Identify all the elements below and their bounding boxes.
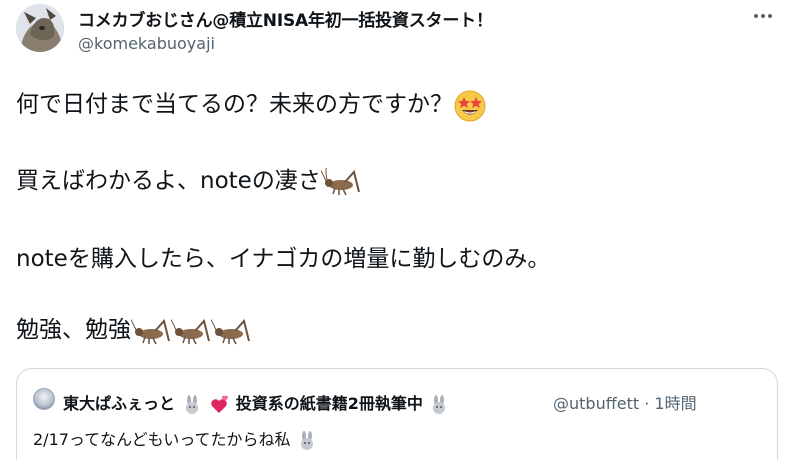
author-display-name[interactable]: コメカブおじさん@積立NISA年初一括投資スタート！: [78, 6, 493, 31]
author-handle[interactable]: @komekabuoyaji: [78, 34, 215, 53]
tweet-text-line-4: 勉強、勉強: [16, 315, 251, 345]
tweet-text-segment: 買えばわかるよ、noteの凄さ: [16, 168, 321, 194]
tweet-text-segment: 勉強、勉強: [16, 317, 131, 343]
cricket-emoji-icon: [131, 317, 171, 345]
quoted-tweet-text: 2/17ってなんどもいってたからね私: [33, 426, 318, 451]
author-avatar[interactable]: [16, 4, 64, 52]
cricket-emoji-icon: [171, 317, 211, 345]
rabbit-emoji-icon: [296, 430, 318, 451]
rabbit-emoji-icon: [181, 394, 203, 415]
tweet-text-line-2: 買えばわかるよ、noteの凄さ: [16, 166, 361, 196]
star-struck-emoji-icon: [453, 88, 487, 122]
quoted-name-part: 投資系の紙書籍2冊執筆中: [235, 394, 423, 413]
quoted-author-name[interactable]: 東大ぱふぇっと 投資系の紙書籍2冊執筆中: [63, 390, 450, 415]
tweet-text-line-1: 何で日付まで当てるの？未来の方ですか？: [16, 88, 487, 122]
rabbit-emoji-icon: [428, 394, 450, 415]
quoted-name-part: 東大ぱふぇっと: [63, 394, 176, 413]
cricket-emoji-icon: [320, 167, 361, 196]
more-horizontal-icon: [754, 14, 758, 18]
quoted-tweet-header: 東大ぱふぇっと 投資系の紙書籍2冊執筆中 @utbuffett · 1時間: [33, 385, 767, 415]
tweet-text-line-3: noteを購入したら、イナゴカの増量に勤しむのみ。: [16, 246, 551, 272]
two-hearts-emoji-icon: [208, 395, 230, 415]
quoted-handle-and-time[interactable]: @utbuffett · 1時間: [553, 390, 697, 414]
quoted-text-segment: 2/17ってなんどもいってたからね私: [33, 430, 291, 449]
tweet-text-segment: 何で日付まで当てるの？未来の方ですか？: [16, 91, 453, 118]
quoted-author-avatar[interactable]: [33, 388, 55, 410]
more-options-button[interactable]: [750, 6, 776, 26]
cricket-emoji-icon: [211, 317, 251, 345]
tweet-header: コメカブおじさん@積立NISA年初一括投資スタート！ @komekabuoyaj…: [78, 0, 790, 60]
quoted-tweet-card[interactable]: 東大ぱふぇっと 投資系の紙書籍2冊執筆中 @utbuffett · 1時間 2/…: [16, 368, 778, 460]
